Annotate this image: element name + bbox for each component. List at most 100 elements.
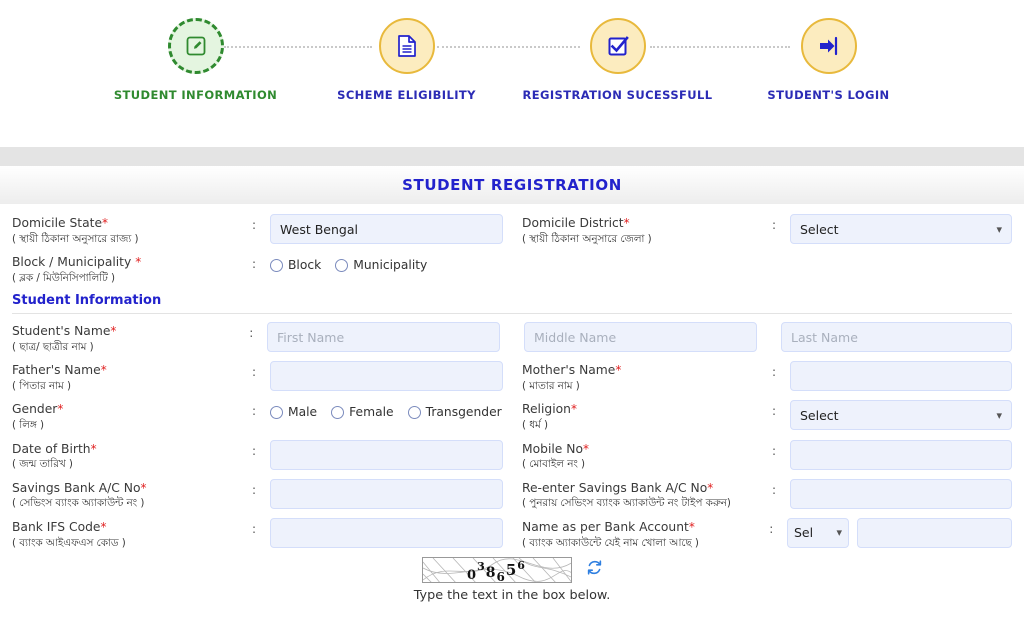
label-date-of-birth: Date of Birth* ( জন্ম তারিখ ) (12, 440, 252, 472)
required-marker: * (135, 255, 142, 270)
section-heading-text: Student Information (12, 293, 162, 309)
label-name-as-per-bank: Name as per Bank Account* ( ব্যাংক অ্যাক… (522, 518, 769, 550)
colon-separator: : (252, 257, 257, 272)
captcha-hint-text: Type the text in the box below. (413, 587, 611, 603)
student-last-name-input[interactable] (781, 322, 1012, 353)
captcha-line: 038656 (421, 556, 603, 583)
label-mothers-name-bn: ( মাতার নাম ) (522, 380, 580, 393)
label-religion-en: Religion (522, 402, 571, 417)
radio-option-transgender[interactable]: Transgender (407, 405, 502, 420)
stepper-step-students-login[interactable]: STUDENT'S LOGIN (723, 18, 934, 102)
bank-name-title-select[interactable]: Sel ▾ (787, 517, 849, 548)
gender-radio-group: Male Female Transgender (270, 400, 512, 419)
captcha-refresh-icon[interactable] (586, 559, 603, 580)
label-domicile-state-en: Domicile State (12, 216, 103, 230)
label-mobile-no-bn: ( মোবাইল নং ) (522, 458, 586, 471)
student-first-name-input[interactable] (267, 322, 500, 353)
radio-label-block: Block (288, 258, 322, 273)
step-circle-scheme-eligibility (378, 18, 435, 74)
checkbox-checked-icon (608, 36, 629, 56)
required-marker: * (623, 216, 630, 230)
label-savings-bank-ac: Savings Bank A/C No* ( সেভিংস ব্যাংক অ্য… (12, 479, 252, 511)
chevron-down-icon: ▾ (996, 222, 1002, 236)
field-domicile-state: Domicile State* ( স্থায়ী ঠিকানা অনুসারে… (12, 214, 512, 246)
label-fathers-name: Father's Name* ( পিতার নাম ) (12, 361, 252, 393)
required-marker: * (102, 216, 109, 230)
label-fathers-name-bn: ( পিতার নাম ) (12, 380, 72, 393)
radio-circle-municipality[interactable] (335, 258, 349, 272)
radio-circle-transgender[interactable] (407, 405, 421, 419)
student-middle-name-input[interactable] (524, 322, 757, 353)
field-religion: Religion* ( ধর্ম ) : Select ▾ (512, 400, 1012, 432)
religion-select[interactable]: Select ▾ (790, 400, 1012, 431)
stepper-label-registration-successfull: REGISTRATION SUCESSFULL (522, 88, 713, 102)
domicile-state-input[interactable] (270, 214, 503, 244)
required-marker: * (582, 441, 589, 456)
radio-circle-female[interactable] (331, 405, 345, 419)
form-row-domicile: Domicile State* ( স্থায়ী ঠিকানা অনুসারে… (12, 214, 1012, 246)
label-fathers-name-en: Father's Name (12, 363, 101, 378)
fathers-name-input[interactable] (270, 361, 503, 392)
required-marker: * (57, 402, 64, 417)
mothers-name-input[interactable] (790, 361, 1012, 392)
date-of-birth-input[interactable] (270, 439, 503, 470)
form-row-savings-bank: Savings Bank A/C No* ( সেভিংস ব্যাংক অ্য… (12, 478, 1012, 511)
field-date-of-birth: Date of Birth* ( জন্ম তারিখ ) : (12, 439, 512, 472)
field-domicile-district: Domicile District* ( স্থায়ী ঠিকানা অনুস… (512, 214, 1012, 246)
label-block-municipality-en: Block / Municipality (12, 255, 136, 270)
form-row-dob-mobile: Date of Birth* ( জন্ম তারিখ ) : Mobile N… (12, 439, 1012, 472)
domicile-district-select[interactable]: Select ▾ (790, 214, 1012, 244)
field-savings-bank-ac: Savings Bank A/C No* ( সেভিংস ব্যাংক অ্য… (12, 478, 512, 511)
label-savings-bank-ac-en: Savings Bank A/C No (12, 480, 141, 495)
form-row-parent-names: Father's Name* ( পিতার নাম ) : Mother's … (12, 361, 1012, 393)
savings-bank-ac-input[interactable] (270, 478, 503, 509)
colon-separator: : (772, 218, 777, 232)
stepper-label-student-information: STUDENT INFORMATION (113, 88, 278, 102)
field-mobile-no: Mobile No* ( মোবাইল নং ) : (512, 439, 1012, 472)
captcha-code-text: 038656 (467, 558, 526, 583)
label-date-of-birth-bn: ( জন্ম তারিখ ) (12, 458, 73, 471)
field-name-as-per-bank: Name as per Bank Account* ( ব্যাংক অ্যাক… (512, 517, 1012, 550)
colon-separator: : (252, 521, 257, 536)
radio-label-transgender: Transgender (425, 405, 502, 420)
stepper-step-registration-successfull[interactable]: REGISTRATION SUCESSFULL (512, 18, 723, 102)
radio-label-male: Male (288, 405, 318, 420)
page-title: STUDENT REGISTRATION (402, 176, 622, 194)
section-heading-student-information: Student Information (12, 293, 1012, 315)
label-gender: Gender* ( লিঙ্গ ) (12, 400, 252, 432)
stepper-step-student-information[interactable]: STUDENT INFORMATION (90, 18, 301, 102)
required-marker: * (615, 363, 622, 378)
religion-selected-value: Select (800, 407, 839, 423)
name-as-per-bank-input[interactable] (857, 517, 1012, 548)
label-religion-bn: ( ধর্ম ) (522, 419, 549, 432)
required-marker: * (100, 519, 107, 534)
radio-circle-male[interactable] (270, 405, 283, 419)
radio-option-municipality[interactable]: Municipality (335, 258, 427, 272)
label-bank-ifs-code-bn: ( ব্যাংক আইএফএস কোড ) (12, 536, 126, 549)
colon-separator: : (249, 326, 254, 341)
field-mothers-name: Mother's Name* ( মাতার নাম ) : (512, 361, 1012, 393)
captcha-image: 038656 (421, 556, 572, 583)
label-domicile-state-bn: ( স্থায়ী ঠিকানা অনুসারে রাজ্য ) (12, 232, 139, 245)
field-block-municipality: Block / Municipality * ( ব্লক / মিউনিসিপ… (12, 253, 512, 285)
radio-label-municipality: Municipality (353, 258, 428, 273)
label-date-of-birth-en: Date of Birth (12, 441, 91, 456)
radio-option-block[interactable]: Block (270, 258, 321, 272)
required-marker: * (90, 441, 97, 456)
colon-separator: : (772, 443, 777, 458)
mobile-no-input[interactable] (790, 439, 1012, 470)
refresh-icon[interactable] (586, 559, 603, 576)
label-domicile-district: Domicile District* ( স্থায়ী ঠিকানা অনুস… (522, 214, 772, 246)
registration-form: Domicile State* ( স্থায়ী ঠিকানা অনুসারে… (0, 204, 1024, 603)
stepper-step-scheme-eligibility[interactable]: SCHEME ELIGIBILITY (301, 18, 512, 102)
reenter-savings-bank-ac-input[interactable] (790, 478, 1012, 509)
radio-option-male[interactable]: Male (270, 405, 317, 419)
page-title-band: STUDENT REGISTRATION (0, 166, 1024, 204)
colon-separator: : (252, 218, 257, 232)
label-mothers-name: Mother's Name* ( মাতার নাম ) (522, 361, 772, 393)
radio-circle-block[interactable] (270, 258, 283, 272)
required-marker: * (110, 324, 117, 339)
bank-ifs-code-input[interactable] (270, 517, 503, 548)
label-savings-bank-ac-bn: ( সেভিংস ব্যাংক অ্যাকাউন্ট নং ) (12, 497, 145, 510)
radio-option-female[interactable]: Female (331, 405, 394, 419)
